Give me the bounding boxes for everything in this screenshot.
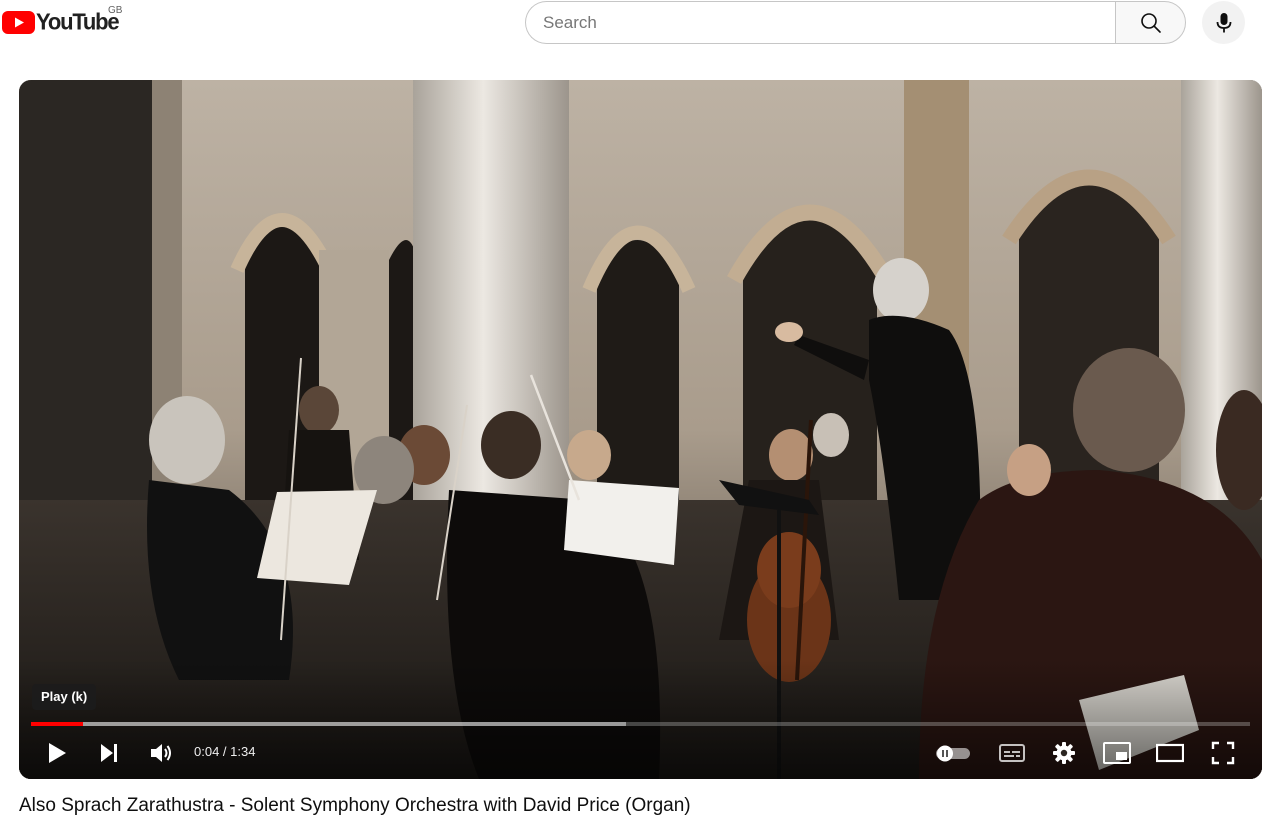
next-icon bbox=[101, 744, 117, 762]
volume-icon bbox=[151, 744, 171, 762]
settings-button[interactable] bbox=[1047, 738, 1081, 768]
mute-button[interactable] bbox=[145, 738, 177, 768]
autoplay-toggle[interactable] bbox=[933, 738, 973, 768]
youtube-logo[interactable]: YouTube GB bbox=[2, 5, 122, 35]
miniplayer-button[interactable] bbox=[1100, 738, 1134, 768]
microphone-icon bbox=[1216, 12, 1231, 32]
autoplay-toggle-icon bbox=[936, 745, 970, 762]
time-separator: / bbox=[219, 744, 231, 759]
time-display: 0:04 / 1:34 bbox=[194, 744, 255, 759]
voice-search-button[interactable] bbox=[1202, 1, 1245, 44]
video-title: Also Sprach Zarathustra - Solent Symphon… bbox=[19, 795, 691, 816]
current-time: 0:04 bbox=[194, 744, 220, 759]
fullscreen-icon bbox=[1211, 741, 1235, 765]
theater-mode-icon bbox=[1156, 743, 1184, 763]
play-tooltip: Play (k) bbox=[32, 684, 97, 710]
settings-icon bbox=[1053, 742, 1075, 764]
logo-wordmark: YouTube bbox=[36, 8, 120, 35]
subtitles-icon bbox=[999, 744, 1025, 762]
progress-buffered bbox=[31, 722, 626, 726]
next-button[interactable] bbox=[93, 738, 125, 768]
video-player[interactable]: Play (k) 0:04 / 1:34 bbox=[19, 80, 1262, 779]
search-icon bbox=[1140, 12, 1161, 33]
progress-played bbox=[31, 722, 84, 726]
search-bar bbox=[525, 1, 1186, 44]
duration: 1:34 bbox=[230, 744, 256, 759]
miniplayer-icon bbox=[1103, 742, 1131, 764]
youtube-logo-icon bbox=[2, 10, 35, 34]
country-code: GB bbox=[108, 5, 123, 16]
fullscreen-button[interactable] bbox=[1206, 738, 1240, 768]
theater-mode-button[interactable] bbox=[1153, 738, 1187, 768]
play-button[interactable] bbox=[41, 738, 73, 768]
progress-bar[interactable] bbox=[31, 722, 1250, 726]
search-button[interactable] bbox=[1115, 1, 1186, 44]
play-icon bbox=[49, 743, 66, 763]
subtitles-button[interactable] bbox=[995, 738, 1029, 768]
search-input[interactable] bbox=[525, 1, 1115, 44]
